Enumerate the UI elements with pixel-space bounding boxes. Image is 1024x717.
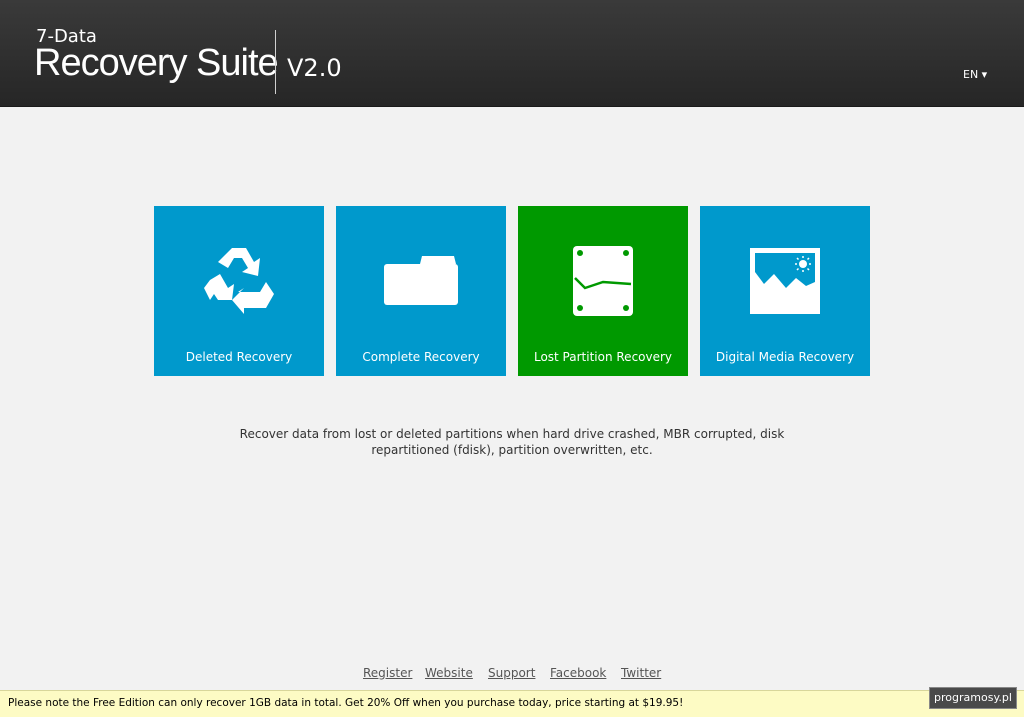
description-line: repartitioned (fdisk), partition overwri… (371, 443, 653, 457)
free-edition-notice: Please note the Free Edition can only re… (0, 690, 1024, 717)
description-line: Recover data from lost or deleted partit… (239, 427, 785, 441)
website-link[interactable]: Website (425, 666, 473, 680)
title-divider (275, 30, 276, 94)
recycle-icon (204, 248, 274, 314)
tile-label: Lost Partition Recovery (533, 350, 673, 364)
app-header: 7-Data Recovery Suite V2.0 EN ▾ (0, 0, 1024, 107)
tile-deleted-recovery[interactable]: Deleted Recovery (154, 206, 324, 376)
twitter-link[interactable]: Twitter (621, 666, 661, 680)
tile-lost-partition-recovery[interactable]: Lost Partition Recovery (518, 206, 688, 376)
tile-label: Deleted Recovery (185, 350, 293, 364)
notice-text: Please note the Free Edition can only re… (8, 697, 684, 709)
folder-icon (384, 256, 458, 305)
tile-label: Digital Media Recovery (715, 350, 855, 364)
picture-icon (750, 248, 820, 314)
app-title: Recovery Suite (34, 42, 279, 84)
version-label: V2.0 (287, 54, 342, 82)
feature-description: Recover data from lost or deleted partit… (212, 426, 812, 458)
support-link[interactable]: Support (488, 666, 535, 680)
partition-drive-icon (573, 246, 633, 316)
facebook-link[interactable]: Facebook (550, 666, 606, 680)
tile-digital-media-recovery[interactable]: Digital Media Recovery (700, 206, 870, 376)
watermark-logo: programosy.pl (929, 687, 1017, 709)
footer-links: Register Website Support Facebook Twitte… (0, 666, 1024, 682)
language-selector[interactable]: EN ▾ (963, 68, 987, 81)
register-link[interactable]: Register (363, 666, 412, 680)
tile-label: Complete Recovery (362, 350, 480, 364)
tile-complete-recovery[interactable]: Complete Recovery (336, 206, 506, 376)
